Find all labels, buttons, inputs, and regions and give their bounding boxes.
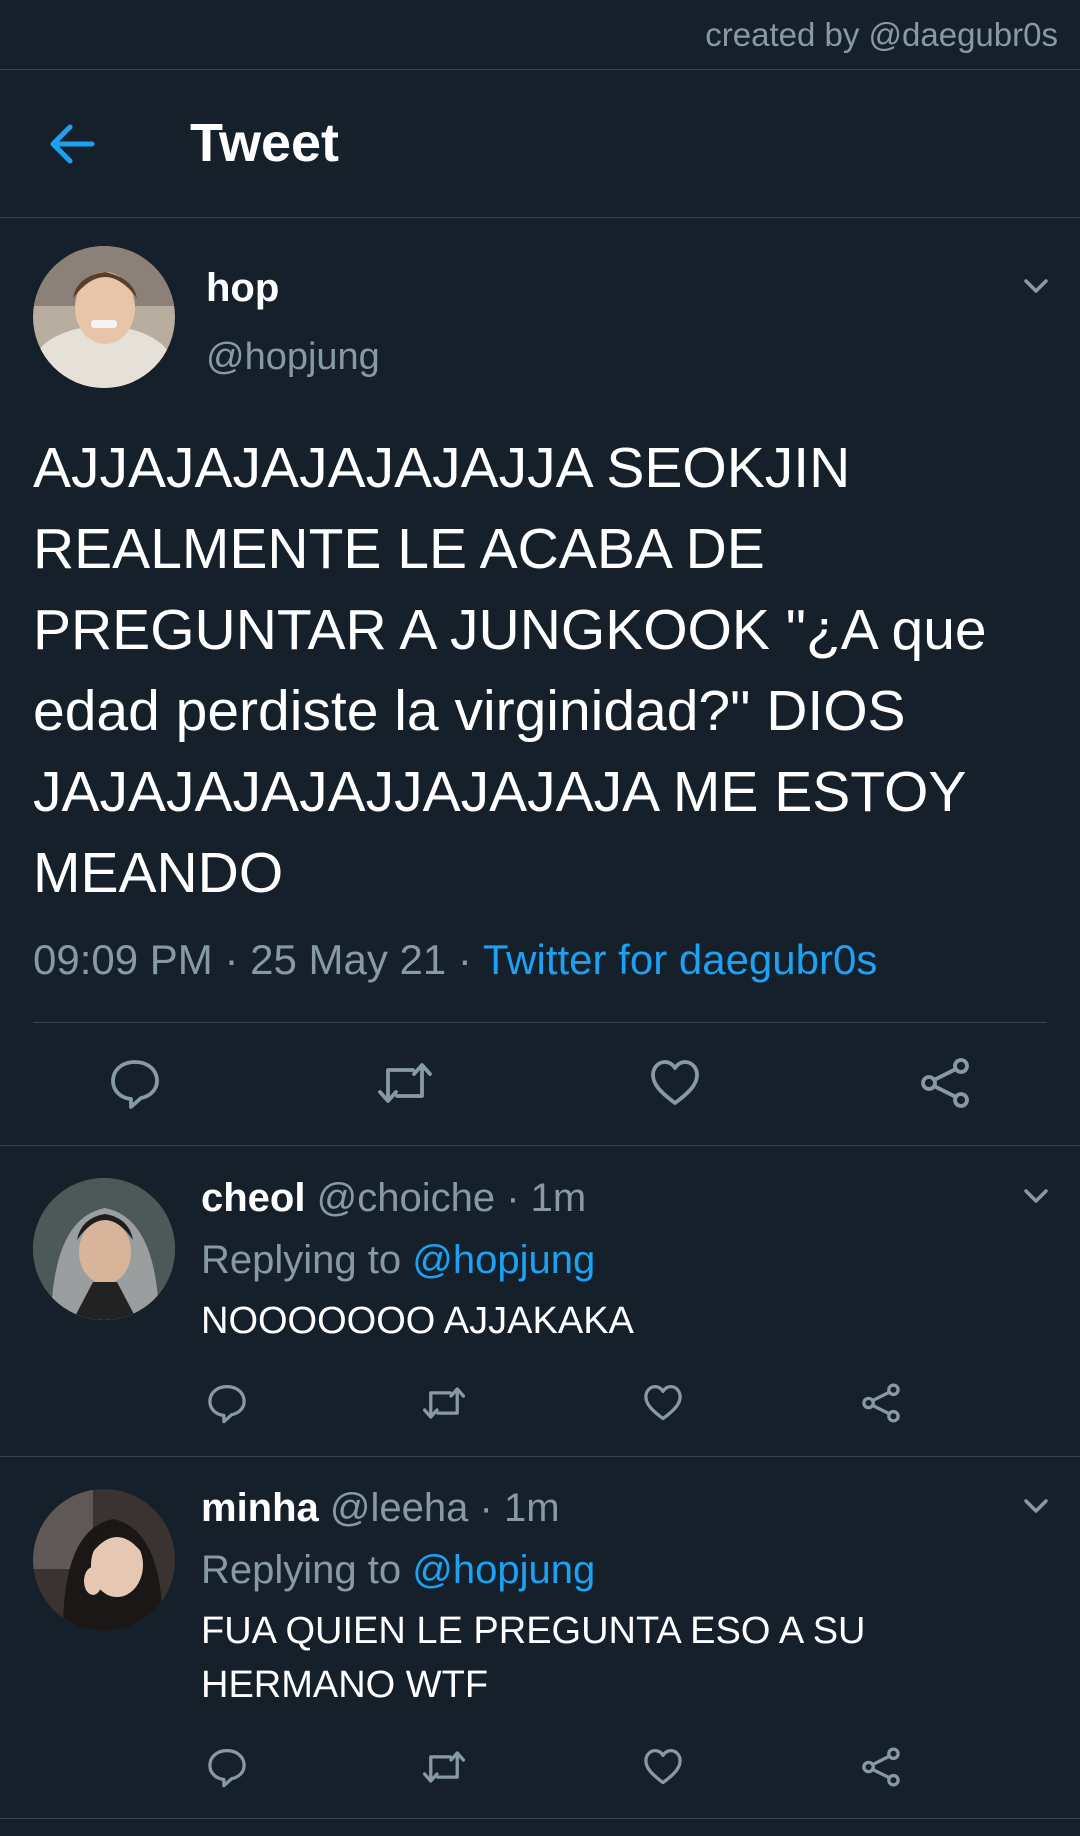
reply-author-name[interactable]: minha xyxy=(201,1486,319,1530)
divider xyxy=(33,1022,1047,1023)
chevron-down-icon xyxy=(1024,1499,1048,1513)
mention-link[interactable]: @hopjung xyxy=(412,1238,595,1282)
reply-button[interactable] xyxy=(206,1382,248,1424)
speech-bubble-icon xyxy=(208,1749,246,1788)
share-icon xyxy=(862,1747,900,1787)
arrow-left-icon xyxy=(50,124,95,164)
retweet-icon xyxy=(422,1387,466,1419)
credit-text: created by @daegubr0s xyxy=(705,16,1058,53)
meta-separator: · xyxy=(212,936,251,983)
tweet-time: 09:09 PM xyxy=(33,936,213,983)
reply-header: cheol @choiche · 1m xyxy=(201,1176,586,1221)
reply-author-name[interactable]: cheol xyxy=(201,1176,305,1220)
replying-to: Replying to @hopjung xyxy=(201,1238,595,1283)
share-button[interactable] xyxy=(860,1382,902,1424)
meta-separator: · xyxy=(446,936,483,983)
like-button[interactable] xyxy=(642,1746,684,1788)
avatar[interactable] xyxy=(33,1489,175,1631)
reply-text: FUA QUIEN LE PREGUNTA ESO A SU HERMANO W… xyxy=(201,1610,866,1706)
tweet-meta: 09:09 PM · 25 May 21 · Twitter for daegu… xyxy=(33,936,877,984)
retweet-icon xyxy=(378,1063,432,1103)
time-separator: · xyxy=(495,1176,531,1220)
tweet-text: AJJAJAJAJAJAJAJJA SEOKJIN REALMENTE LE A… xyxy=(33,436,1003,905)
share-icon xyxy=(921,1058,969,1108)
time-separator: · xyxy=(468,1486,504,1530)
author-name[interactable]: hop xyxy=(206,266,279,311)
speech-bubble-icon xyxy=(208,1385,246,1424)
reply-options-button[interactable] xyxy=(1016,1486,1056,1526)
retweet-icon xyxy=(422,1751,466,1783)
reply-options-button[interactable] xyxy=(1016,1176,1056,1216)
reply-button[interactable] xyxy=(108,1056,162,1110)
like-button[interactable] xyxy=(648,1056,702,1110)
share-button[interactable] xyxy=(918,1056,972,1110)
like-button[interactable] xyxy=(642,1382,684,1424)
reply-button[interactable] xyxy=(206,1746,248,1788)
reply-author-handle[interactable]: @choiche xyxy=(317,1176,495,1220)
tweet-source-link[interactable]: Twitter for daegubr0s xyxy=(483,936,878,983)
replying-to: Replying to @hopjung xyxy=(201,1548,595,1593)
tweet-date: 25 May 21 xyxy=(250,936,447,983)
reply-author-handle[interactable]: @leeha xyxy=(330,1486,468,1530)
divider xyxy=(0,1456,1080,1457)
divider xyxy=(0,1145,1080,1146)
heart-icon xyxy=(644,1385,682,1421)
avatar[interactable] xyxy=(33,1178,175,1320)
retweet-button[interactable] xyxy=(375,1056,435,1110)
reply-text: NOOOOOOO AJJAKAKA xyxy=(201,1300,634,1342)
chevron-down-icon xyxy=(1024,1189,1048,1203)
credit-bar: created by @daegubr0s xyxy=(0,0,1080,70)
reply-time: 1m xyxy=(503,1486,560,1530)
app-header: Tweet xyxy=(0,70,1080,218)
share-button[interactable] xyxy=(860,1746,902,1788)
retweet-button[interactable] xyxy=(420,1382,468,1424)
heart-icon xyxy=(651,1060,699,1105)
reply-header: minha @leeha · 1m xyxy=(201,1486,560,1531)
back-button[interactable] xyxy=(42,114,102,174)
speech-bubble-icon xyxy=(111,1060,159,1109)
divider xyxy=(0,1818,1080,1819)
tweet-options-button[interactable] xyxy=(1016,266,1056,306)
retweet-button[interactable] xyxy=(420,1746,468,1788)
author-handle[interactable]: @hopjung xyxy=(206,336,380,379)
mention-link[interactable]: @hopjung xyxy=(412,1548,595,1592)
replying-label: Replying to xyxy=(201,1238,413,1282)
avatar[interactable] xyxy=(33,246,175,388)
chevron-down-icon xyxy=(1024,279,1048,293)
page-title: Tweet xyxy=(190,113,340,173)
reply-time: 1m xyxy=(530,1176,587,1220)
share-icon xyxy=(862,1383,900,1423)
heart-icon xyxy=(644,1749,682,1785)
replying-label: Replying to xyxy=(201,1548,413,1592)
